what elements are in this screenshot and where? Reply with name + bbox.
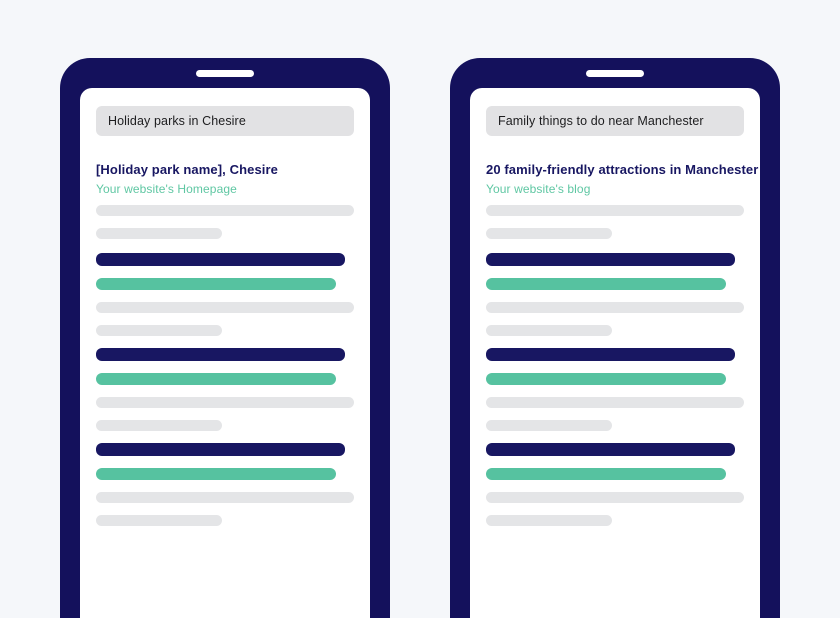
placeholder-bar-green bbox=[486, 278, 726, 290]
placeholder-bar-gray bbox=[486, 492, 744, 503]
placeholder-bar-gray bbox=[486, 515, 613, 526]
search-query-text: Family things to do near Manchester bbox=[498, 114, 704, 128]
placeholder-bar-gray bbox=[486, 325, 613, 336]
search-input[interactable]: Family things to do near Manchester bbox=[486, 106, 744, 136]
search-results-list: [Holiday park name], Chesire Your website… bbox=[96, 162, 354, 618]
placeholder-bar-gray bbox=[96, 397, 354, 408]
result-block bbox=[486, 443, 744, 526]
placeholder-bar-gray bbox=[96, 302, 354, 313]
result-block bbox=[486, 205, 744, 239]
result-url-label[interactable]: Your website's blog bbox=[486, 182, 744, 196]
search-query-text: Holiday parks in Chesire bbox=[108, 114, 246, 128]
mockup-stage: Holiday parks in Chesire [Holiday park na… bbox=[0, 0, 840, 618]
result-block bbox=[486, 253, 744, 336]
result-title[interactable]: [Holiday park name], Chesire bbox=[96, 162, 354, 177]
placeholder-bar-navy bbox=[486, 443, 735, 456]
placeholder-bar-navy bbox=[486, 253, 735, 266]
phone-speaker-icon bbox=[196, 70, 254, 77]
placeholder-bar-green bbox=[96, 278, 336, 290]
placeholder-bar-gray bbox=[96, 420, 223, 431]
result-block bbox=[486, 348, 744, 431]
search-results-list: 20 family-friendly attractions in Manche… bbox=[486, 162, 758, 618]
placeholder-bar-gray bbox=[96, 325, 223, 336]
placeholder-bar-green bbox=[96, 468, 336, 480]
result-block bbox=[96, 348, 354, 431]
placeholder-bar-navy bbox=[96, 253, 345, 266]
result-block bbox=[96, 205, 354, 239]
placeholder-bar-gray bbox=[96, 492, 354, 503]
result-url-label[interactable]: Your website's Homepage bbox=[96, 182, 354, 196]
placeholder-bar-gray bbox=[96, 515, 223, 526]
placeholder-bar-gray bbox=[96, 205, 354, 216]
phone-left: Holiday parks in Chesire [Holiday park na… bbox=[60, 58, 390, 618]
placeholder-bar-green bbox=[486, 373, 726, 385]
phone-right: Family things to do near Manchester 20 fa… bbox=[450, 58, 780, 618]
phone-screen: Holiday parks in Chesire [Holiday park na… bbox=[80, 88, 370, 618]
placeholder-bar-green bbox=[96, 373, 336, 385]
result-title[interactable]: 20 family-friendly attractions in Manche… bbox=[486, 162, 758, 177]
placeholder-bar-navy bbox=[96, 348, 345, 361]
placeholder-bar-gray bbox=[486, 420, 613, 431]
placeholder-bar-navy bbox=[486, 348, 735, 361]
result-block bbox=[96, 253, 354, 336]
placeholder-bar-navy bbox=[96, 443, 345, 456]
result-block bbox=[96, 443, 354, 526]
placeholder-bar-gray bbox=[96, 228, 223, 239]
placeholder-bar-green bbox=[486, 468, 726, 480]
phone-screen: Family things to do near Manchester 20 fa… bbox=[470, 88, 760, 618]
phone-speaker-icon bbox=[586, 70, 644, 77]
placeholder-bar-gray bbox=[486, 302, 744, 313]
placeholder-bar-gray bbox=[486, 397, 744, 408]
placeholder-bar-gray bbox=[486, 205, 744, 216]
placeholder-bar-gray bbox=[486, 228, 613, 239]
search-input[interactable]: Holiday parks in Chesire bbox=[96, 106, 354, 136]
